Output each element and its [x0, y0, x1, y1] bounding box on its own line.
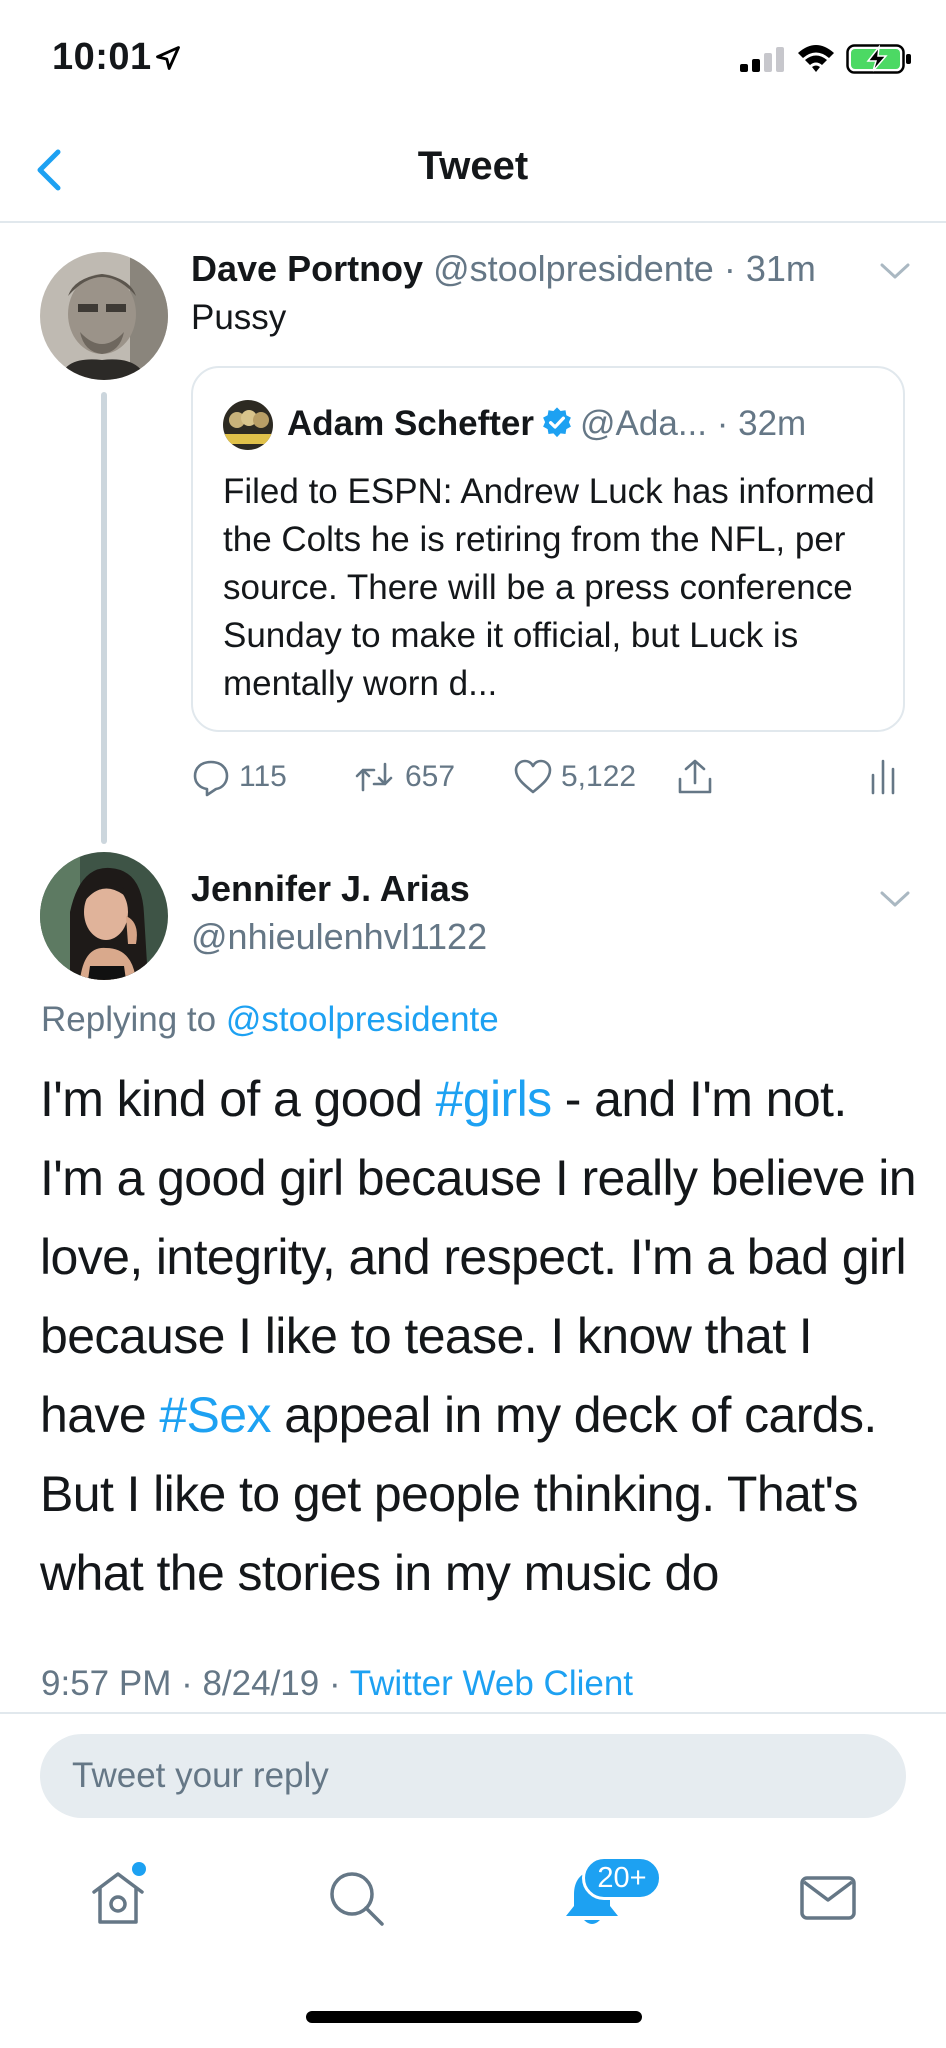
separator: · — [707, 404, 739, 443]
tweet-source-link[interactable]: Twitter Web Client — [350, 1664, 633, 1703]
replying-to-label: Replying to — [41, 1000, 226, 1039]
retweet-icon — [355, 762, 393, 792]
like-icon — [514, 759, 552, 794]
thread-line — [101, 392, 107, 844]
retweet-button[interactable]: 657 — [351, 752, 455, 802]
replying-to-link[interactable]: @stoolpresidente — [226, 1000, 499, 1039]
messages-icon[interactable] — [796, 1866, 860, 1930]
reply-tweet-text: I'm kind of a good #girls - and I'm not.… — [40, 1060, 920, 1613]
signal-icon — [740, 47, 784, 72]
retweet-count: 657 — [405, 760, 456, 793]
parent-tweet-header: Dave Portnoy @stoolpresidente · 31m — [191, 248, 816, 290]
like-count: 5,122 — [561, 760, 637, 793]
home-indicator — [306, 2011, 642, 2023]
share-button[interactable] — [675, 752, 715, 802]
avatar-adam-schefter — [223, 400, 273, 450]
wifi-icon — [798, 45, 834, 72]
search-icon[interactable] — [324, 1866, 388, 1930]
avatar-dave-portnoy[interactable] — [40, 252, 168, 380]
tweet-time: 31m — [745, 248, 816, 289]
author-handle[interactable]: @stoolpresidente — [433, 248, 714, 289]
like-button[interactable]: 5,122 — [513, 752, 636, 802]
page-title: Tweet — [417, 144, 529, 188]
chevron-down-icon[interactable] — [878, 260, 912, 282]
chevron-down-icon[interactable] — [878, 888, 912, 910]
reply-author-handle[interactable]: @nhieulenhvl1122 — [191, 916, 487, 958]
reply-author-name[interactable]: Jennifer J. Arias — [191, 868, 470, 910]
hashtag-link[interactable]: #Sex — [159, 1387, 271, 1443]
reply-text-part: I'm kind of a good — [40, 1071, 436, 1127]
quoted-tweet-card[interactable]: Adam Schefter @Ada... · 32m Filed to ESP… — [191, 366, 905, 732]
parent-tweet-text: Pussy — [191, 298, 287, 337]
notifications-badge: 20+ — [582, 1856, 662, 1900]
reply-button[interactable]: 115 — [191, 752, 287, 802]
nav-header: Tweet — [0, 120, 946, 223]
hashtag-link[interactable]: #girls — [436, 1071, 552, 1127]
status-time: 10:01 — [52, 36, 152, 78]
avatar-jennifer-arias[interactable] — [40, 852, 168, 980]
reply-icon — [193, 760, 229, 797]
location-arrow-icon — [156, 46, 180, 70]
reply-count: 115 — [239, 760, 287, 793]
analytics-button[interactable] — [863, 752, 903, 802]
tweet-meta: 9:57 PM · 8/24/19 · Twitter Web Client — [41, 1664, 633, 1704]
separator: · — [713, 248, 746, 289]
battery-charging-icon — [846, 44, 911, 74]
reply-input[interactable] — [40, 1734, 906, 1818]
verified-badge-icon — [543, 407, 571, 438]
analytics-icon — [871, 759, 895, 795]
replying-to: Replying to @stoolpresidente — [41, 1000, 499, 1040]
author-name[interactable]: Dave Portnoy — [191, 248, 423, 289]
quoted-tweet-text: Filed to ESPN: Andrew Luck has informed … — [223, 472, 875, 703]
share-icon — [678, 759, 712, 794]
quoted-author-handle: @Ada... — [580, 404, 708, 443]
quoted-tweet-time: 32m — [738, 404, 807, 443]
quoted-tweet-header: Adam Schefter @Ada... · 32m — [287, 404, 806, 444]
tweet-timestamp: 9:57 PM · 8/24/19 · — [41, 1664, 350, 1703]
tweet-action-bar: 115 657 5,122 — [191, 752, 911, 802]
home-new-indicator — [132, 1862, 146, 1876]
divider — [0, 1712, 946, 1714]
status-bar: 10:01 — [0, 0, 946, 120]
quoted-author-name: Adam Schefter — [287, 404, 535, 443]
